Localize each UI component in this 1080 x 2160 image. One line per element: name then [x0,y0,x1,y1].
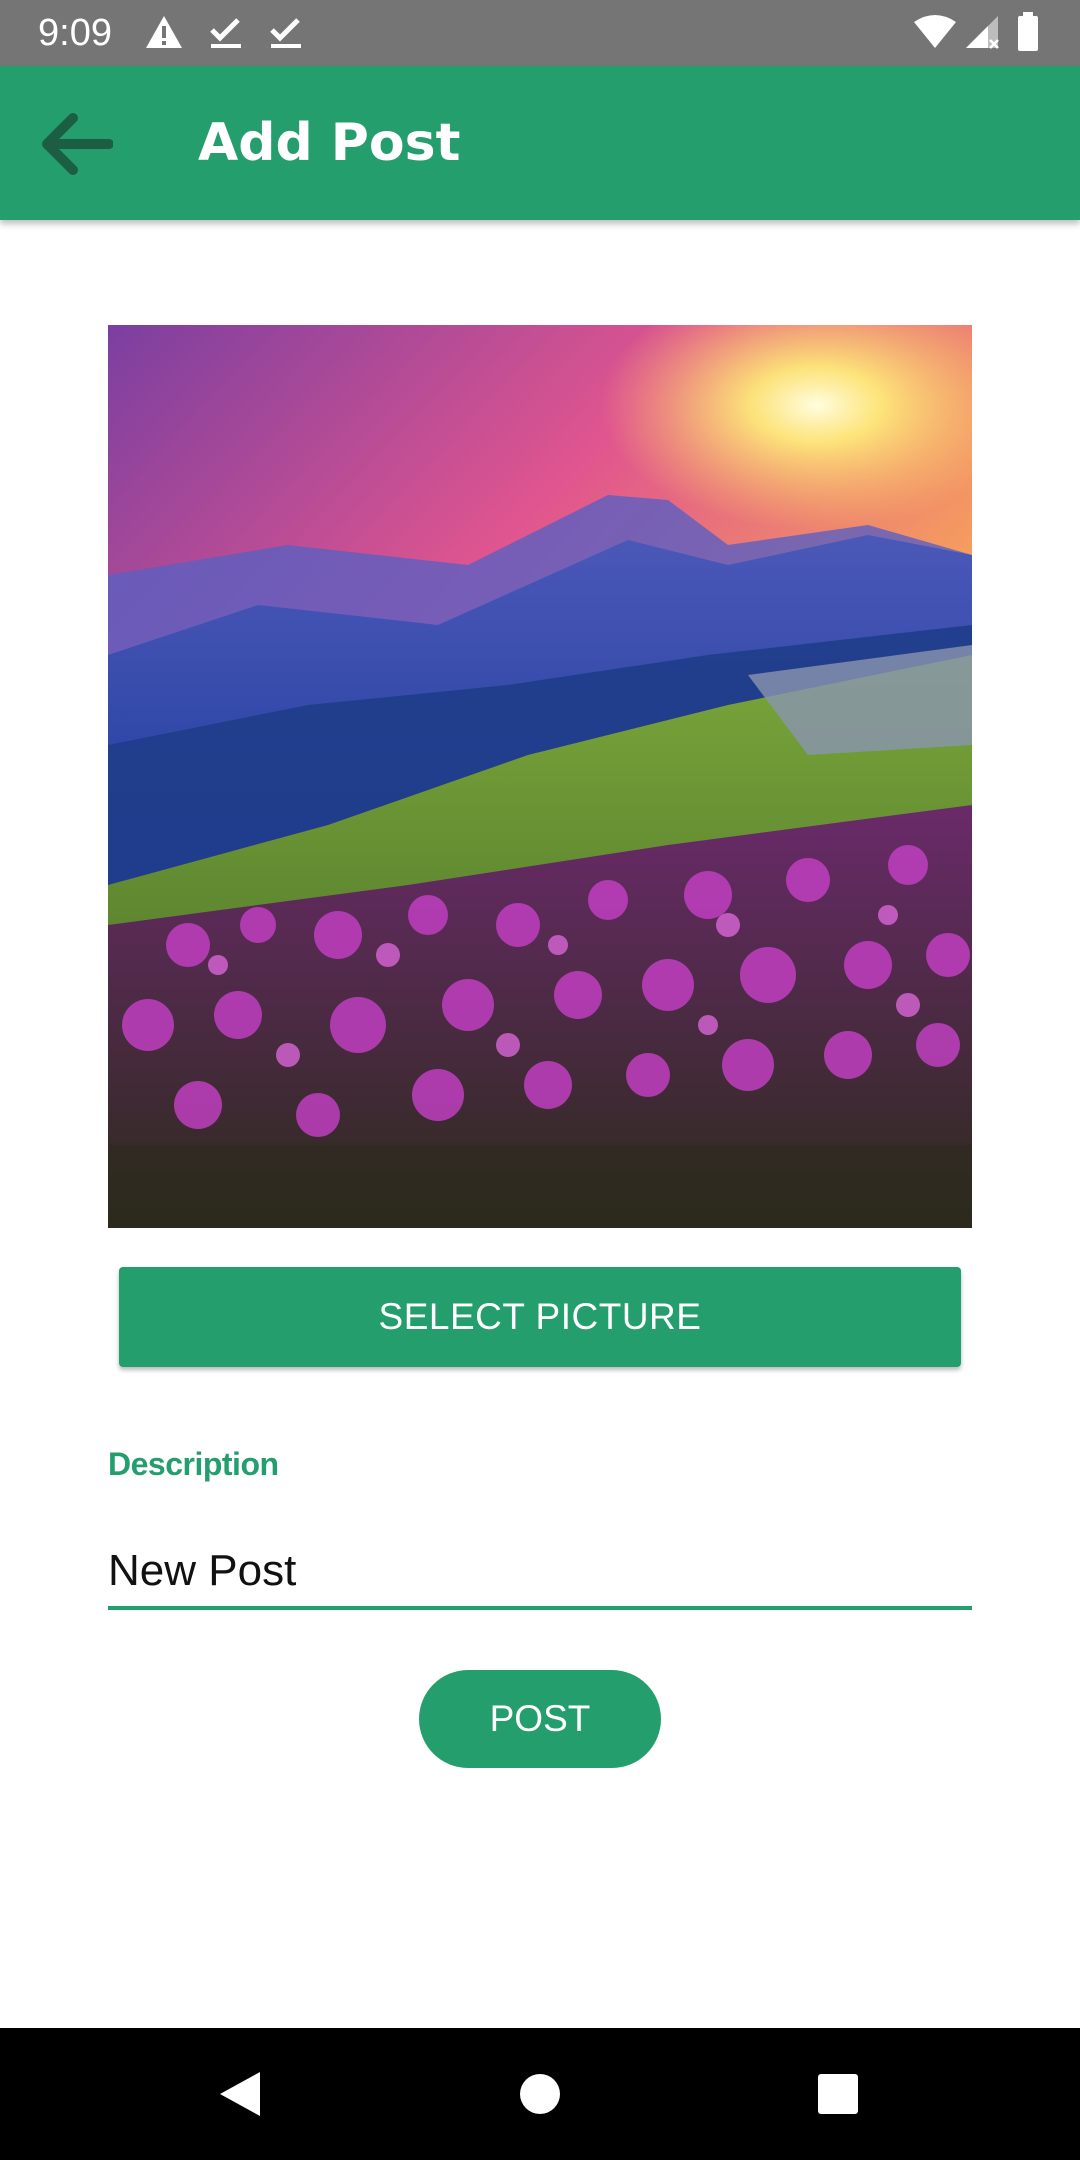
selected-picture-preview [108,325,972,1228]
check-icon [208,14,244,55]
status-bar: 9:09 [0,0,1080,66]
app-bar: Add Post [0,66,1080,220]
warning-icon [144,14,184,55]
battery-icon [1016,12,1040,57]
select-picture-button[interactable]: SELECT PICTURE [119,1267,961,1367]
nav-back-button[interactable] [200,2028,280,2160]
page-title: Add Post [198,113,461,173]
nav-recents-button[interactable] [798,2028,878,2160]
back-triangle-icon [220,2072,260,2116]
arrow-back-icon [42,113,113,175]
back-button[interactable] [30,106,120,182]
mountain-sunset-flowers-photo [108,325,972,1228]
nav-home-button[interactable] [500,2028,580,2160]
post-button[interactable]: POST [419,1670,661,1768]
check-icon [268,14,304,55]
add-post-screen: 9:09 Add Post SELECT PICTURE Description… [0,0,1080,2160]
status-time: 9:09 [38,12,112,54]
description-label: Description [108,1446,279,1482]
wifi-icon [912,14,958,55]
recents-square-icon [818,2074,858,2114]
signal-icon [962,14,1002,55]
system-nav-bar [0,2028,1080,2160]
description-input[interactable] [108,1536,972,1610]
home-circle-icon [520,2074,560,2114]
